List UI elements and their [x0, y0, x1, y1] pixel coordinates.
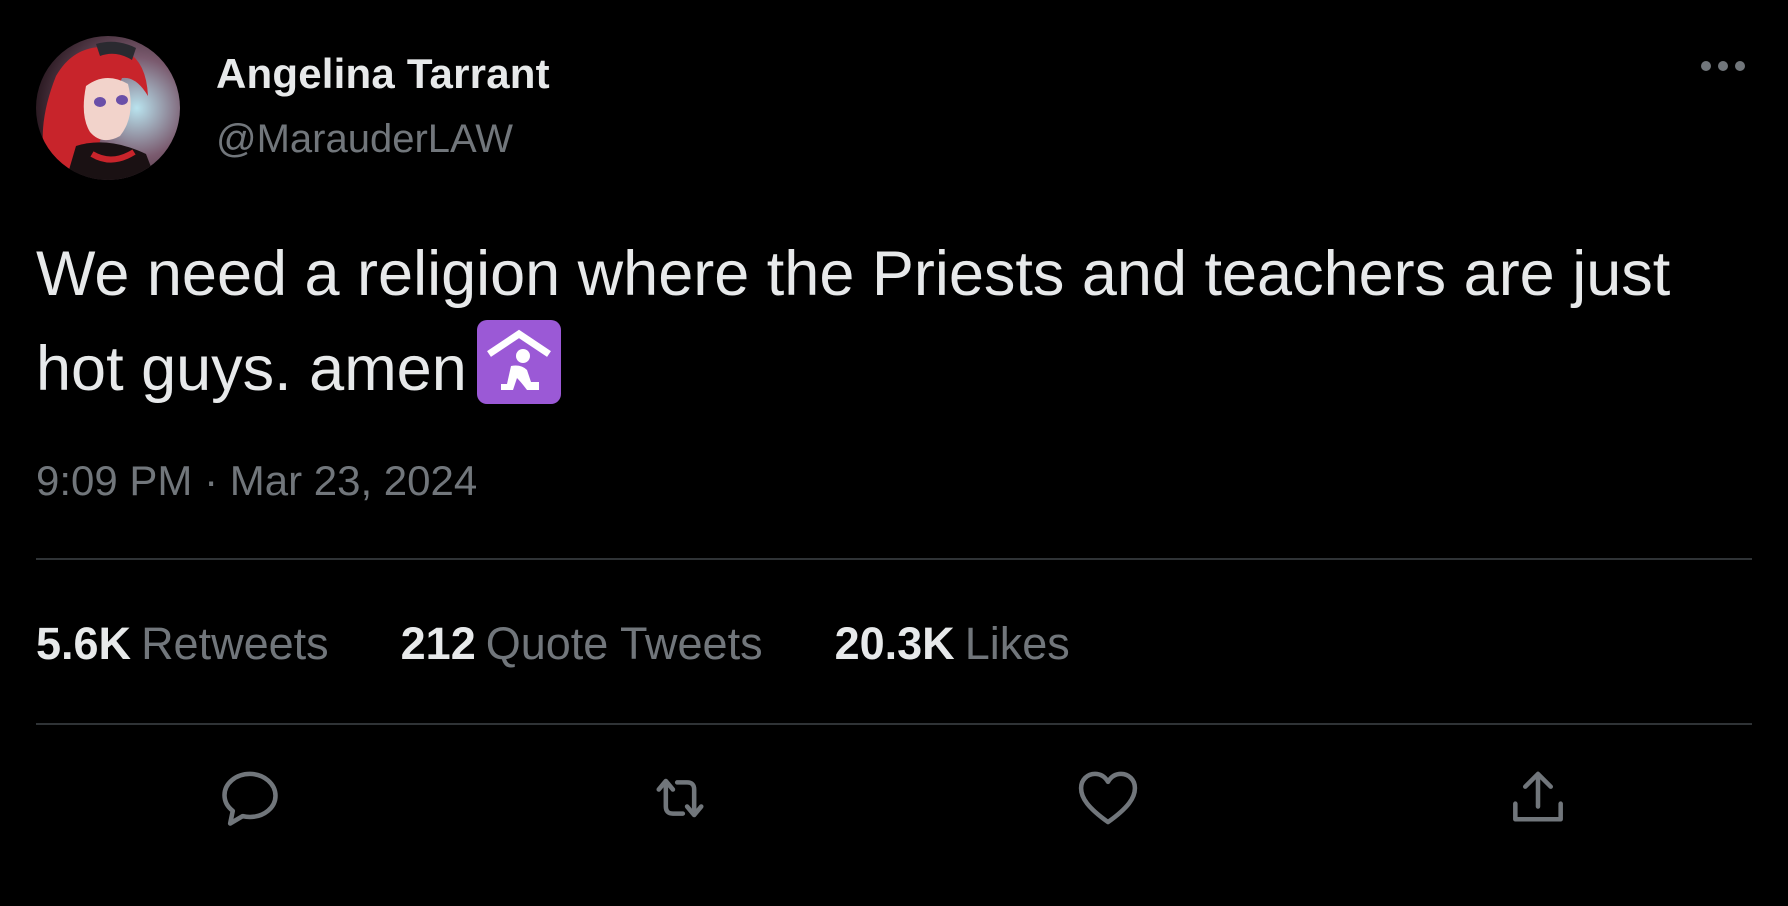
tweet-stats: 5.6K Retweets 212 Quote Tweets 20.3K Likes [36, 618, 1142, 670]
more-icon [1701, 61, 1745, 71]
divider [36, 558, 1752, 560]
retweets-label: Retweets [141, 618, 329, 669]
author-display-name[interactable]: Angelina Tarrant [216, 50, 550, 98]
tweet-text: We need a religion where the Priests and… [36, 228, 1752, 415]
retweets-count: 5.6K [36, 618, 132, 669]
quote-tweets-stat[interactable]: 212 Quote Tweets [401, 618, 763, 670]
retweet-icon [656, 778, 704, 818]
reply-icon [222, 771, 278, 826]
like-button[interactable] [1070, 760, 1146, 836]
tweet-actions [0, 760, 1788, 836]
likes-label: Likes [964, 618, 1070, 669]
likes-stat[interactable]: 20.3K Likes [835, 618, 1070, 670]
heart-icon [1078, 771, 1138, 825]
tweet-card: Angelina Tarrant @MarauderLAW We need a … [0, 0, 1788, 906]
place-of-worship-emoji [476, 320, 561, 404]
more-button[interactable] [1690, 46, 1756, 86]
avatar[interactable] [36, 36, 180, 180]
share-button[interactable] [1500, 760, 1576, 836]
quote-tweets-label: Quote Tweets [485, 618, 763, 669]
tweet-body: We need a religion where the Priests and… [36, 239, 1671, 404]
reply-button[interactable] [212, 760, 288, 836]
divider [36, 723, 1752, 725]
retweets-stat[interactable]: 5.6K Retweets [36, 618, 329, 670]
avatar-image [36, 36, 180, 180]
retweet-button[interactable] [642, 760, 718, 836]
quote-tweets-count: 212 [400, 618, 476, 669]
likes-count: 20.3K [834, 618, 955, 669]
tweet-timestamp[interactable]: 9:09 PM · Mar 23, 2024 [36, 457, 477, 505]
author-handle[interactable]: @MarauderLAW [216, 117, 513, 162]
share-icon [1513, 771, 1563, 822]
